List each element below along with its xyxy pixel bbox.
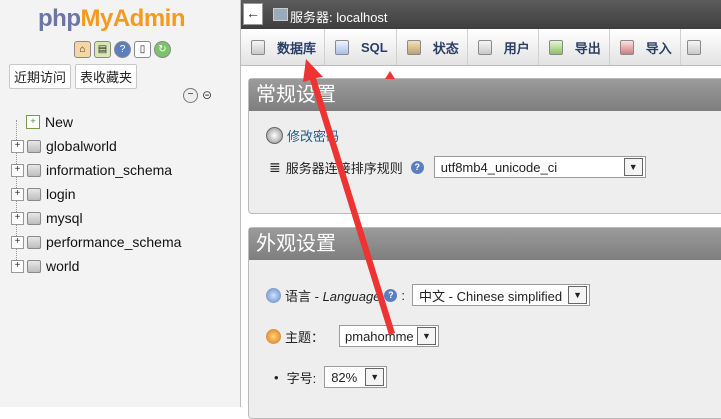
bullet: • xyxy=(274,369,279,385)
chevron-down-icon: ▼ xyxy=(623,158,643,176)
chevron-down-icon: ▼ xyxy=(417,327,437,345)
tree-row-db[interactable]: + world xyxy=(8,254,238,278)
back-button[interactable]: ← xyxy=(243,3,263,25)
language-icon xyxy=(266,287,281,303)
tab-users[interactable]: 用户 xyxy=(468,29,539,65)
server-breadcrumb[interactable]: 服务器: localhost xyxy=(290,7,388,26)
expand-icon[interactable]: + xyxy=(11,139,24,153)
tab-more[interactable] xyxy=(681,29,709,65)
expand-icon[interactable]: + xyxy=(11,187,24,201)
help-icon[interactable]: ? xyxy=(410,160,424,174)
change-password-link[interactable]: 修改密码 xyxy=(287,126,339,145)
recent-tab[interactable]: 近期访问 xyxy=(9,64,72,89)
font-size-label: 字号: xyxy=(286,370,317,386)
theme-icon xyxy=(266,328,281,344)
theme-label: 主题： xyxy=(285,329,325,345)
tab-export[interactable]: 导出 xyxy=(539,29,610,65)
tree-row-db[interactable]: + mysql xyxy=(8,206,238,230)
server-breadcrumb-bar: ← 服务器: localhost xyxy=(241,0,721,29)
language-label: 语言 - Language xyxy=(285,288,381,304)
collation-label: 服务器连接排序规则 xyxy=(285,160,403,176)
tab-databases[interactable]: 数据库 xyxy=(241,29,326,65)
chevron-down-icon: ▼ xyxy=(365,368,385,386)
docs-icon[interactable]: ▯ xyxy=(134,41,151,58)
help-icon[interactable]: ? xyxy=(384,288,398,302)
database-icon xyxy=(251,39,265,55)
tab-import[interactable]: 导入 xyxy=(610,29,681,65)
nav-icon-bar: ⌂ ▤ ? ▯ ↻ xyxy=(74,41,171,59)
nav-tabs: 近期访问 表收藏夹 xyxy=(9,64,138,89)
list-icon: ≣ xyxy=(269,158,281,175)
expand-icon[interactable]: + xyxy=(11,163,24,177)
users-icon xyxy=(477,39,492,55)
database-icon xyxy=(27,211,41,225)
favorites-tab[interactable]: 表收藏夹 xyxy=(75,64,138,89)
collation-row: ≣ 服务器连接排序规则 ? utf8mb4_unicode_ci ▼ xyxy=(269,156,646,178)
language-select[interactable]: 中文 - Chinese simplified ▼ xyxy=(412,284,591,306)
database-icon xyxy=(27,163,41,177)
colon: : xyxy=(401,287,406,303)
theme-row: 主题： pmahomme ▼ xyxy=(266,325,440,347)
panel-title: 常规设置 xyxy=(249,79,721,111)
tree-row-db[interactable]: + login xyxy=(8,182,238,206)
link-with-main-icon[interactable]: ⊝ xyxy=(202,88,212,102)
reload-icon[interactable]: ↻ xyxy=(154,41,171,58)
tree-row-db[interactable]: + performance_schema xyxy=(8,230,238,254)
appearance-settings-panel: 外观设置 xyxy=(248,227,721,419)
expand-icon[interactable]: + xyxy=(11,211,24,225)
theme-select[interactable]: pmahomme ▼ xyxy=(339,325,440,347)
status-icon xyxy=(406,39,421,55)
panel-title: 外观设置 xyxy=(249,228,721,260)
help-icon[interactable]: ? xyxy=(114,41,131,58)
database-icon xyxy=(27,259,41,273)
language-row: 语言 - Language ? : 中文 - Chinese simplifie… xyxy=(266,284,591,306)
tree-row-new[interactable]: + New xyxy=(8,110,238,134)
font-size-select[interactable]: 82% ▼ xyxy=(324,366,388,388)
server-icon xyxy=(273,8,288,21)
chevron-down-icon: ▼ xyxy=(568,286,588,304)
tree-row-db[interactable]: + information_schema xyxy=(8,158,238,182)
sql-icon xyxy=(335,39,350,55)
phpmyadmin-logo[interactable]: phpMyAdmin xyxy=(38,5,185,33)
database-tree: + New + globalworld + information_schema… xyxy=(8,110,238,278)
export-icon xyxy=(548,39,563,55)
main-panel: ← 服务器: localhost 数据库 SQL 状态 用户 导出 导入 常规设… xyxy=(241,0,721,419)
sql-query-icon[interactable]: ▤ xyxy=(94,41,111,58)
database-icon xyxy=(27,187,41,201)
tree-row-db[interactable]: + globalworld xyxy=(8,134,238,158)
new-database-icon: + xyxy=(26,115,40,129)
database-icon xyxy=(27,235,41,249)
tab-status[interactable]: 状态 xyxy=(397,29,468,65)
change-password-row: 修改密码 xyxy=(266,126,339,145)
expand-icon[interactable]: + xyxy=(11,259,24,273)
general-settings-panel: 常规设置 xyxy=(248,78,721,214)
collation-select[interactable]: utf8mb4_unicode_ci ▼ xyxy=(433,156,646,178)
import-icon xyxy=(619,39,634,55)
expand-icon[interactable]: + xyxy=(11,235,24,249)
font-size-row: • 字号: 82% ▼ xyxy=(274,366,388,388)
database-icon xyxy=(27,139,41,153)
navigation-panel: phpMyAdmin ⌂ ▤ ? ▯ ↻ 近期访问 表收藏夹 − ⊝ + New… xyxy=(0,0,241,407)
key-icon xyxy=(266,127,283,144)
home-icon[interactable]: ⌂ xyxy=(74,41,91,58)
tab-sql[interactable]: SQL xyxy=(325,29,397,65)
collapse-all-icon[interactable]: − xyxy=(183,88,198,103)
settings-icon xyxy=(686,39,701,55)
main-tabs: 数据库 SQL 状态 用户 导出 导入 xyxy=(241,29,721,66)
